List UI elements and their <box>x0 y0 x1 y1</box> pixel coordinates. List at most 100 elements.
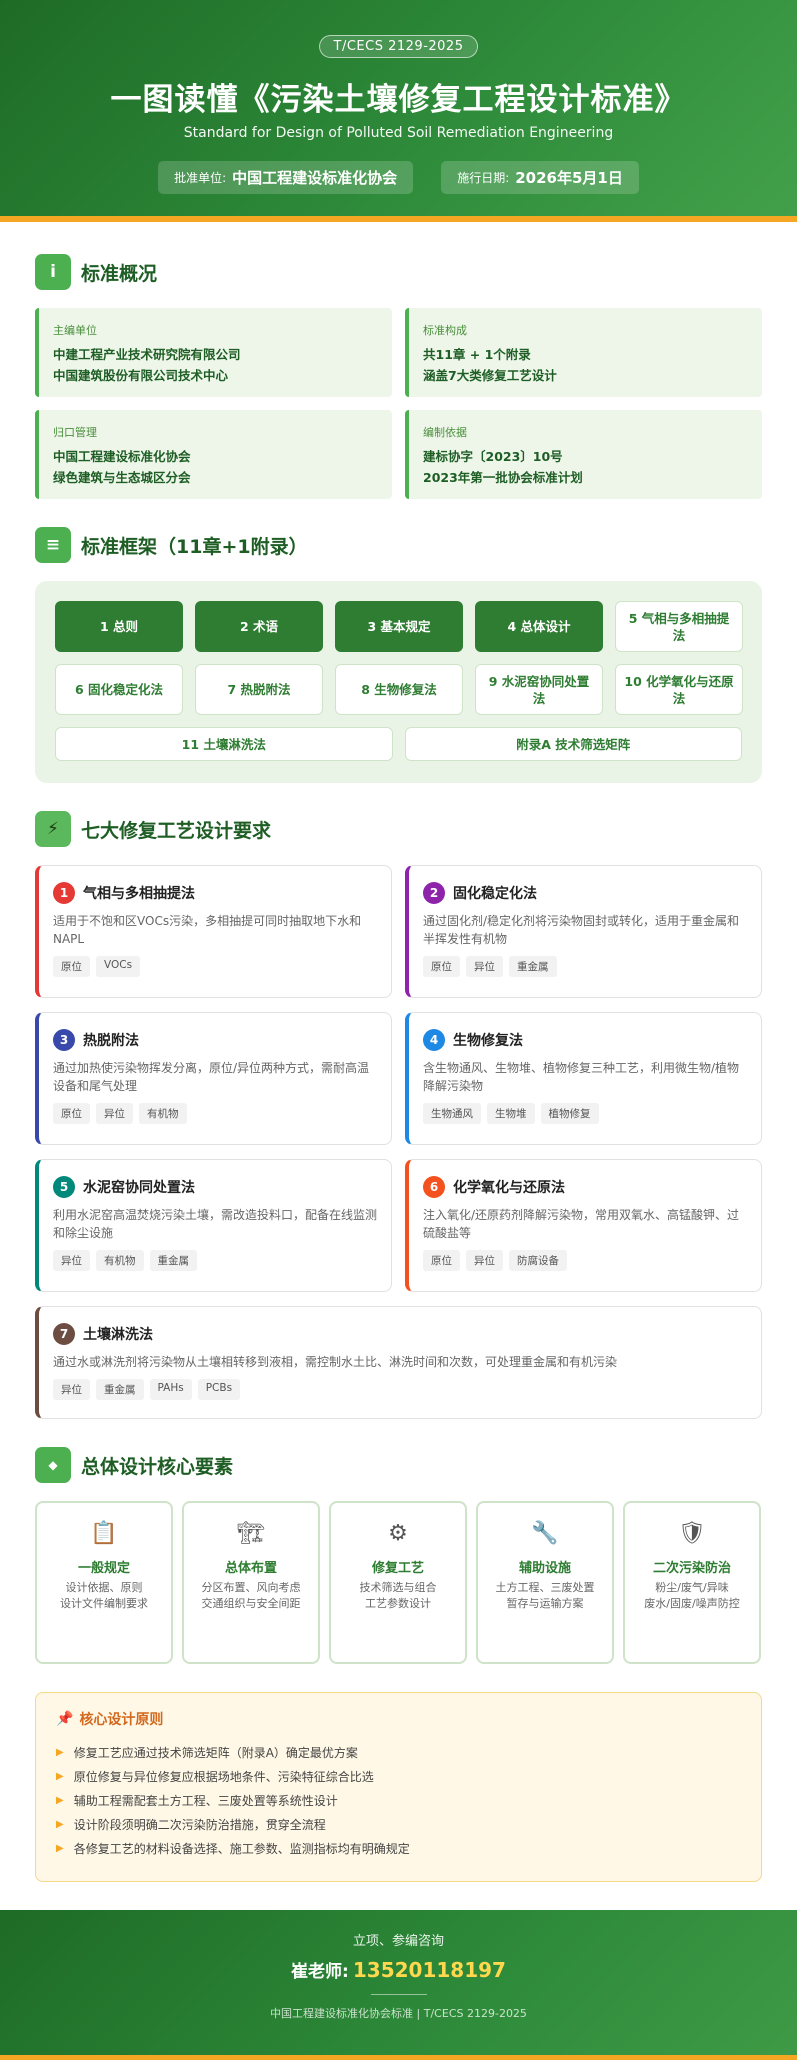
element-line: 设计文件编制要求 <box>60 1597 148 1610</box>
principle-text: 各修复工艺的材料设备选择、施工参数、监测指标均有明确规定 <box>73 1842 410 1856</box>
overview-card-line: 中国建筑股份有限公司技术中心 <box>53 368 229 383</box>
list-icon: ≡ <box>35 527 71 563</box>
process-tags: 原位 VOCs <box>53 956 377 977</box>
process-tag: 有机物 <box>96 1250 144 1271</box>
triangle-bullet-icon: ▶ <box>56 1843 64 1854</box>
process-tag: 异位 <box>466 1250 503 1271</box>
framework-section: ≡ 标准框架（11章+1附录） 1 总则 2 术语 3 基本规定 4 总体设计 … <box>0 527 797 783</box>
overview-card-composition: 标准构成 共11章 + 1个附录 涵盖7大类修复工艺设计 <box>405 308 762 397</box>
overview-card-label: 归口管理 <box>53 426 97 439</box>
overview-card-line: 涵盖7大类修复工艺设计 <box>423 368 557 383</box>
element-card: 📋 一般规定设计依据、原则 设计文件编制要求 <box>35 1501 173 1664</box>
header-accent-bar <box>0 216 797 222</box>
process-tags: 生物通风 生物堆 植物修复 <box>423 1103 747 1124</box>
process-tag: 原位 <box>423 956 460 977</box>
element-lines: 技术筛选与组合 工艺参数设计 <box>331 1580 465 1612</box>
process-card-7: 7 土壤淋洗法 通过水或淋洗剂将污染物从土壤相转移到液相，需控制水土比、淋洗时间和次… <box>35 1306 762 1419</box>
overview-card-label: 主编单位 <box>53 324 97 337</box>
process-card-1: 1 气相与多相抽提法 适用于不饱和区VOCs污染，多相抽提可同时抽取地下水和NAPL… <box>35 865 392 998</box>
element-title: 一般规定 <box>77 1561 130 1576</box>
element-lines: 设计依据、原则 设计文件编制要求 <box>37 1580 171 1612</box>
principle-item: ▶ 原位修复与异位修复应根据场地条件、污染特征综合比选 <box>56 1765 741 1789</box>
principle-text: 辅助工程需配套土方工程、三废处置等系统性设计 <box>73 1794 338 1808</box>
process-title: 生物修复法 <box>453 1033 523 1049</box>
process-tag: PCBs <box>197 1379 241 1400</box>
element-line: 工艺参数设计 <box>365 1597 431 1610</box>
element-title: 辅助设施 <box>518 1561 571 1576</box>
element-line: 废水/固废/噪声防控 <box>644 1597 740 1610</box>
element-line: 设计依据、原则 <box>65 1581 143 1594</box>
process-description: 通过加热使污染物挥发分离，原位/异位两种方式，需耐高温设备和尾气处理 <box>53 1061 370 1093</box>
contact-line: 崔老师: 13520118197 <box>0 1957 797 1982</box>
process-number-badge: 1 <box>53 882 75 904</box>
principle-item: ▶ 修复工艺应通过技术筛选矩阵（附录A）确定最优方案 <box>56 1741 741 1765</box>
process-tag: 异位 <box>466 956 503 977</box>
principle-item: ▶ 设计阶段须明确二次污染防治措施，贯穿全流程 <box>56 1813 741 1837</box>
footer-accent-bar <box>0 2055 797 2060</box>
triangle-bullet-icon: ▶ <box>56 1747 64 1758</box>
clipboard-icon: 📋 <box>90 1521 118 1546</box>
element-card: ⚙ 修复工艺 技术筛选与组合 工艺参数设计 <box>329 1501 467 1664</box>
gear-icon: ⚙ <box>388 1521 408 1546</box>
element-title: 总体布置 <box>224 1561 277 1576</box>
process-card-header: 6 化学氧化与还原法 <box>423 1176 747 1198</box>
header-meta-row: 批准单位: 中国工程建设标准化协会 施行日期: 2026年5月1日 <box>0 161 797 194</box>
overview-card-line: 中建工程产业技术研究院有限公司 <box>53 347 241 362</box>
chapter-2: 2 术语 <box>195 601 323 652</box>
process-tags: 原位 异位 防腐设备 <box>423 1250 747 1271</box>
overview-card-label: 标准构成 <box>423 324 467 337</box>
element-lines: 分区布置、风向考虑 交通组织与安全间距 <box>184 1580 318 1612</box>
process-number-badge: 2 <box>423 882 445 904</box>
process-tag: 异位 <box>96 1103 133 1124</box>
framework-title: 标准框架（11章+1附录） <box>81 535 308 558</box>
process-card-header: 4 生物修复法 <box>423 1029 747 1051</box>
element-line: 暂存与运输方案 <box>506 1597 584 1610</box>
process-tags: 原位 异位 有机物 <box>53 1103 377 1124</box>
consult-label: 立项、参编咨询 <box>352 1934 444 1949</box>
principle-text: 设计阶段须明确二次污染防治措施，贯穿全流程 <box>73 1818 326 1832</box>
framework-box: 1 总则 2 术语 3 基本规定 4 总体设计 5 气相与多相抽提法 6 固化稳… <box>35 581 762 783</box>
processes-section: ⚡ 七大修复工艺设计要求 1 气相与多相抽提法 适用于不饱和区VOCs污染，多相抽提… <box>0 811 797 1419</box>
process-tag: 重金属 <box>149 1250 197 1271</box>
english-subtitle: Standard for Design of Polluted Soil Rem… <box>183 125 614 141</box>
footer-divider <box>370 1994 427 1995</box>
process-title: 水泥窑协同处置法 <box>83 1180 195 1196</box>
principles-list: ▶ 修复工艺应通过技术筛选矩阵（附录A）确定最优方案 ▶ 原位修复与异位修复应根据场地… <box>56 1741 741 1861</box>
overview-grid: 主编单位 中建工程产业技术研究院有限公司 中国建筑股份有限公司技术中心 标准构成… <box>35 308 762 499</box>
chapter-9: 9 水泥窑协同处置法 <box>475 664 603 715</box>
process-description: 适用于不饱和区VOCs污染，多相抽提可同时抽取地下水和NAPL <box>53 914 362 946</box>
shield-icon: 🛡 <box>678 1521 706 1546</box>
contact-phone[interactable]: 13520118197 <box>353 1958 506 1982</box>
process-tag: 生物堆 <box>487 1103 535 1124</box>
chapter-bottom-row: 11 土壤淋洗法 附录A 技术筛选矩阵 <box>55 727 742 761</box>
principle-item: ▶ 辅助工程需配套土方工程、三废处置等系统性设计 <box>56 1789 741 1813</box>
overview-card-line: 中国工程建设标准化协会 <box>53 449 191 464</box>
process-description: 利用水泥窑高温焚烧污染土壤，需改造投料口，配备在线监测和除尘设施 <box>53 1208 377 1240</box>
process-description: 注入氧化/还原药剂降解污染物，常用双氧水、高锰酸钾、过硫酸盐等 <box>423 1208 740 1240</box>
process-tag: 重金属 <box>509 956 557 977</box>
process-tag: PAHs <box>149 1379 192 1400</box>
principles-title: 核心设计原则 <box>79 1712 164 1728</box>
overview-card-label: 编制依据 <box>423 426 467 439</box>
process-card-2: 2 固化稳定化法 通过固化剂/稳定化剂将污染物固封或转化，适用于重金属和半挥发性有机… <box>405 865 762 998</box>
principles-heading: 📌 核心设计原则 <box>56 1709 741 1729</box>
principle-text: 原位修复与异位修复应根据场地条件、污染特征综合比选 <box>73 1770 374 1784</box>
approval-label: 批准单位: <box>174 171 227 185</box>
process-card-header: 7 土壤淋洗法 <box>53 1323 747 1345</box>
chapter-6: 6 固化稳定化法 <box>55 664 183 715</box>
overview-section: i 标准概况 主编单位 中建工程产业技术研究院有限公司 中国建筑股份有限公司技术… <box>0 254 797 499</box>
process-number-badge: 4 <box>423 1029 445 1051</box>
element-card: 🛡 二次污染防治 粉尘/废气/异味 废水/固废/噪声防控 <box>623 1501 761 1664</box>
principles-box: 📌 核心设计原则 ▶ 修复工艺应通过技术筛选矩阵（附录A）确定最优方案 ▶ 原位修复与… <box>35 1692 762 1882</box>
overview-card-editor: 主编单位 中建工程产业技术研究院有限公司 中国建筑股份有限公司技术中心 <box>35 308 392 397</box>
elements-grid: 📋 一般规定 设计依据、原则 设计文件编制要求 🏗 总体布置 分区布置、风向考虑 交通组织与安… <box>35 1501 762 1664</box>
elements-heading: ◆ 总体设计核心要素 <box>35 1447 797 1483</box>
effective-date-value: 2026年5月1日 <box>515 169 623 187</box>
approval-box: 批准单位: 中国工程建设标准化协会 <box>158 161 414 194</box>
process-tag: 重金属 <box>96 1379 144 1400</box>
footer-note: 中国工程建设标准化协会标准 | T/CECS 2129-2025 <box>270 2007 527 2020</box>
lightning-icon: ⚡ <box>35 811 71 847</box>
process-tag: 异位 <box>53 1250 90 1271</box>
element-lines: 粉尘/废气/异味 废水/固废/噪声防控 <box>625 1580 759 1612</box>
chapter-3: 3 基本规定 <box>335 601 463 652</box>
